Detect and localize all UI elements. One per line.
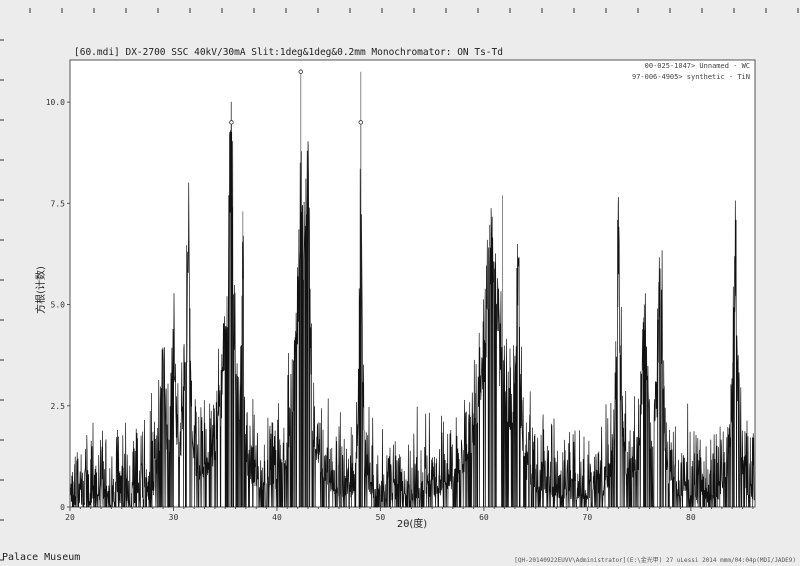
footer-status: [QH-20140922EUVV\Administrator](E:\金光甲) … bbox=[514, 557, 796, 564]
footer-owner: Palace Museum bbox=[2, 552, 81, 563]
x-tick-label: 60 bbox=[479, 513, 489, 522]
y-tick-label: 5.0 bbox=[51, 301, 66, 310]
y-axis-label: 方根(计数) bbox=[34, 266, 47, 314]
peak-marker bbox=[358, 120, 363, 125]
xrd-chart: 20 30 40 50 60 70 80 0 2.5 5.0 7.5 10.0 00-025-104… bbox=[0, 8, 799, 561]
x-tick-label: 50 bbox=[376, 513, 386, 522]
y-tick-label: 0 bbox=[60, 503, 65, 512]
x-tick-label: 80 bbox=[686, 513, 696, 522]
legend-entry-tin: 97-006-4905> synthetic - TiN bbox=[632, 73, 750, 81]
x-tick-label: 20 bbox=[65, 513, 75, 522]
x-tick-label: 40 bbox=[272, 513, 282, 522]
x-axis-label: 2θ(度) bbox=[397, 517, 427, 530]
y-axis: 0 2.5 5.0 7.5 10.0 bbox=[46, 98, 70, 512]
y-tick-label: 2.5 bbox=[51, 402, 66, 411]
y-tick-label: 10.0 bbox=[46, 98, 65, 107]
peak-marker bbox=[298, 69, 303, 74]
y-tick-label: 7.5 bbox=[51, 199, 66, 208]
peak-marker bbox=[229, 120, 234, 125]
legend-entry-wc: 00-025-1047> Unnamed - WC bbox=[645, 62, 750, 70]
x-tick-label: 30 bbox=[169, 513, 179, 522]
x-tick-label: 70 bbox=[583, 513, 593, 522]
